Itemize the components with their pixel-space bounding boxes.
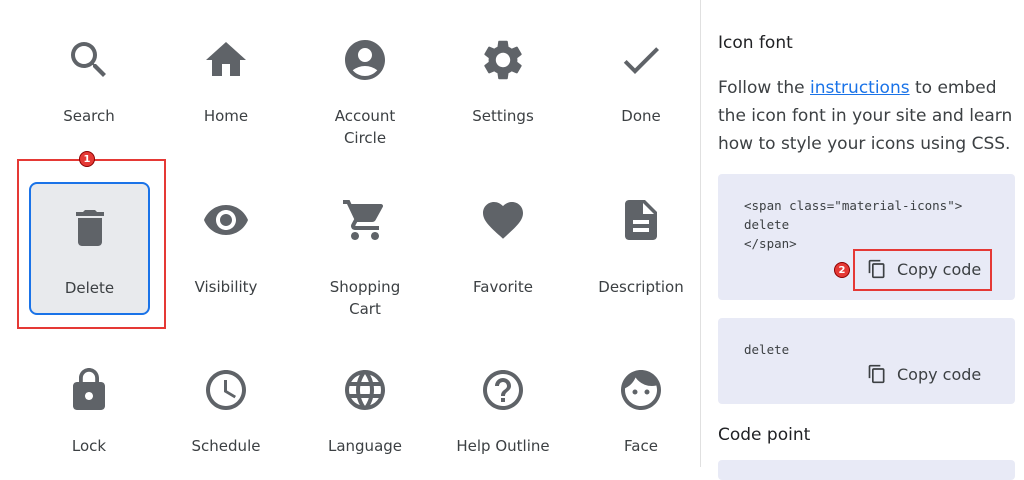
code-block-ligature: delete (718, 318, 1015, 404)
code-block-codepoint (718, 460, 1015, 480)
lock-icon (65, 366, 113, 414)
language-icon (341, 366, 389, 414)
icon-label: Shopping Cart (329, 278, 401, 318)
icon-label: Done (621, 107, 661, 125)
face-icon (617, 366, 665, 414)
icon-cell-settings[interactable]: Settings (435, 10, 571, 145)
icon-cell-favorite[interactable]: Favorite (435, 172, 571, 307)
icon-label: Settings (472, 107, 534, 125)
icon-cell-lock[interactable]: Lock (21, 340, 157, 475)
instructions-link[interactable]: instructions (810, 78, 910, 98)
done-icon (617, 36, 665, 84)
shopping-cart-icon (341, 196, 389, 244)
icon-cell-done[interactable]: Done (573, 10, 709, 145)
search-icon (65, 36, 113, 84)
icon-cell-shopping-cart[interactable]: Shopping Cart (297, 172, 433, 318)
annotation-box-2 (853, 249, 992, 291)
icon-cell-description[interactable]: Description (573, 172, 709, 307)
visibility-icon (202, 196, 250, 244)
icon-cell-schedule[interactable]: Schedule (158, 340, 294, 475)
icon-label: Search (63, 107, 115, 125)
annotation-box-1 (17, 159, 166, 329)
icon-label: Description (598, 278, 684, 296)
icon-label: Home (203, 107, 249, 125)
copy-code-button-ligature[interactable]: Copy code (867, 364, 981, 384)
icon-label: Language (327, 437, 403, 455)
account-circle-icon (341, 36, 389, 84)
icon-cell-home[interactable]: Home (158, 10, 294, 145)
icon-label: Lock (71, 437, 107, 455)
annotation-badge-1: 1 (79, 151, 95, 167)
icon-cell-visibility[interactable]: Visibility (158, 172, 294, 307)
icon-font-description: Follow the instructions to embed the ico… (718, 74, 1018, 158)
icon-cell-help-outline[interactable]: Help Outline (435, 340, 571, 475)
icon-cell-search[interactable]: Search (21, 10, 157, 145)
home-icon (202, 36, 250, 84)
copy-icon (868, 364, 885, 384)
code-snippet-ligature: delete (744, 342, 790, 357)
icon-label: Face (624, 437, 658, 455)
code-point-heading: Code point (718, 425, 811, 445)
description-icon (617, 196, 665, 244)
icon-cell-account-circle[interactable]: Account Circle (297, 10, 433, 147)
settings-icon (479, 36, 527, 84)
code-snippet-html: <span class="material-icons"> delete </s… (744, 198, 963, 251)
description-text: Follow the (718, 78, 811, 98)
panel-divider (700, 0, 701, 467)
icon-label: Schedule (191, 437, 261, 455)
favorite-icon (479, 196, 527, 244)
schedule-icon (202, 366, 250, 414)
icon-label: Visibility (194, 278, 258, 296)
icon-label: Help Outline (456, 437, 550, 455)
icon-cell-language[interactable]: Language (297, 340, 433, 475)
icon-font-heading: Icon font (718, 33, 793, 53)
copy-code-label: Copy code (897, 364, 982, 384)
help-outline-icon (479, 366, 527, 414)
icon-label: Favorite (473, 278, 533, 296)
icon-label: Account Circle (334, 107, 396, 147)
icon-cell-face[interactable]: Face (573, 340, 709, 475)
annotation-badge-2: 2 (834, 262, 850, 278)
